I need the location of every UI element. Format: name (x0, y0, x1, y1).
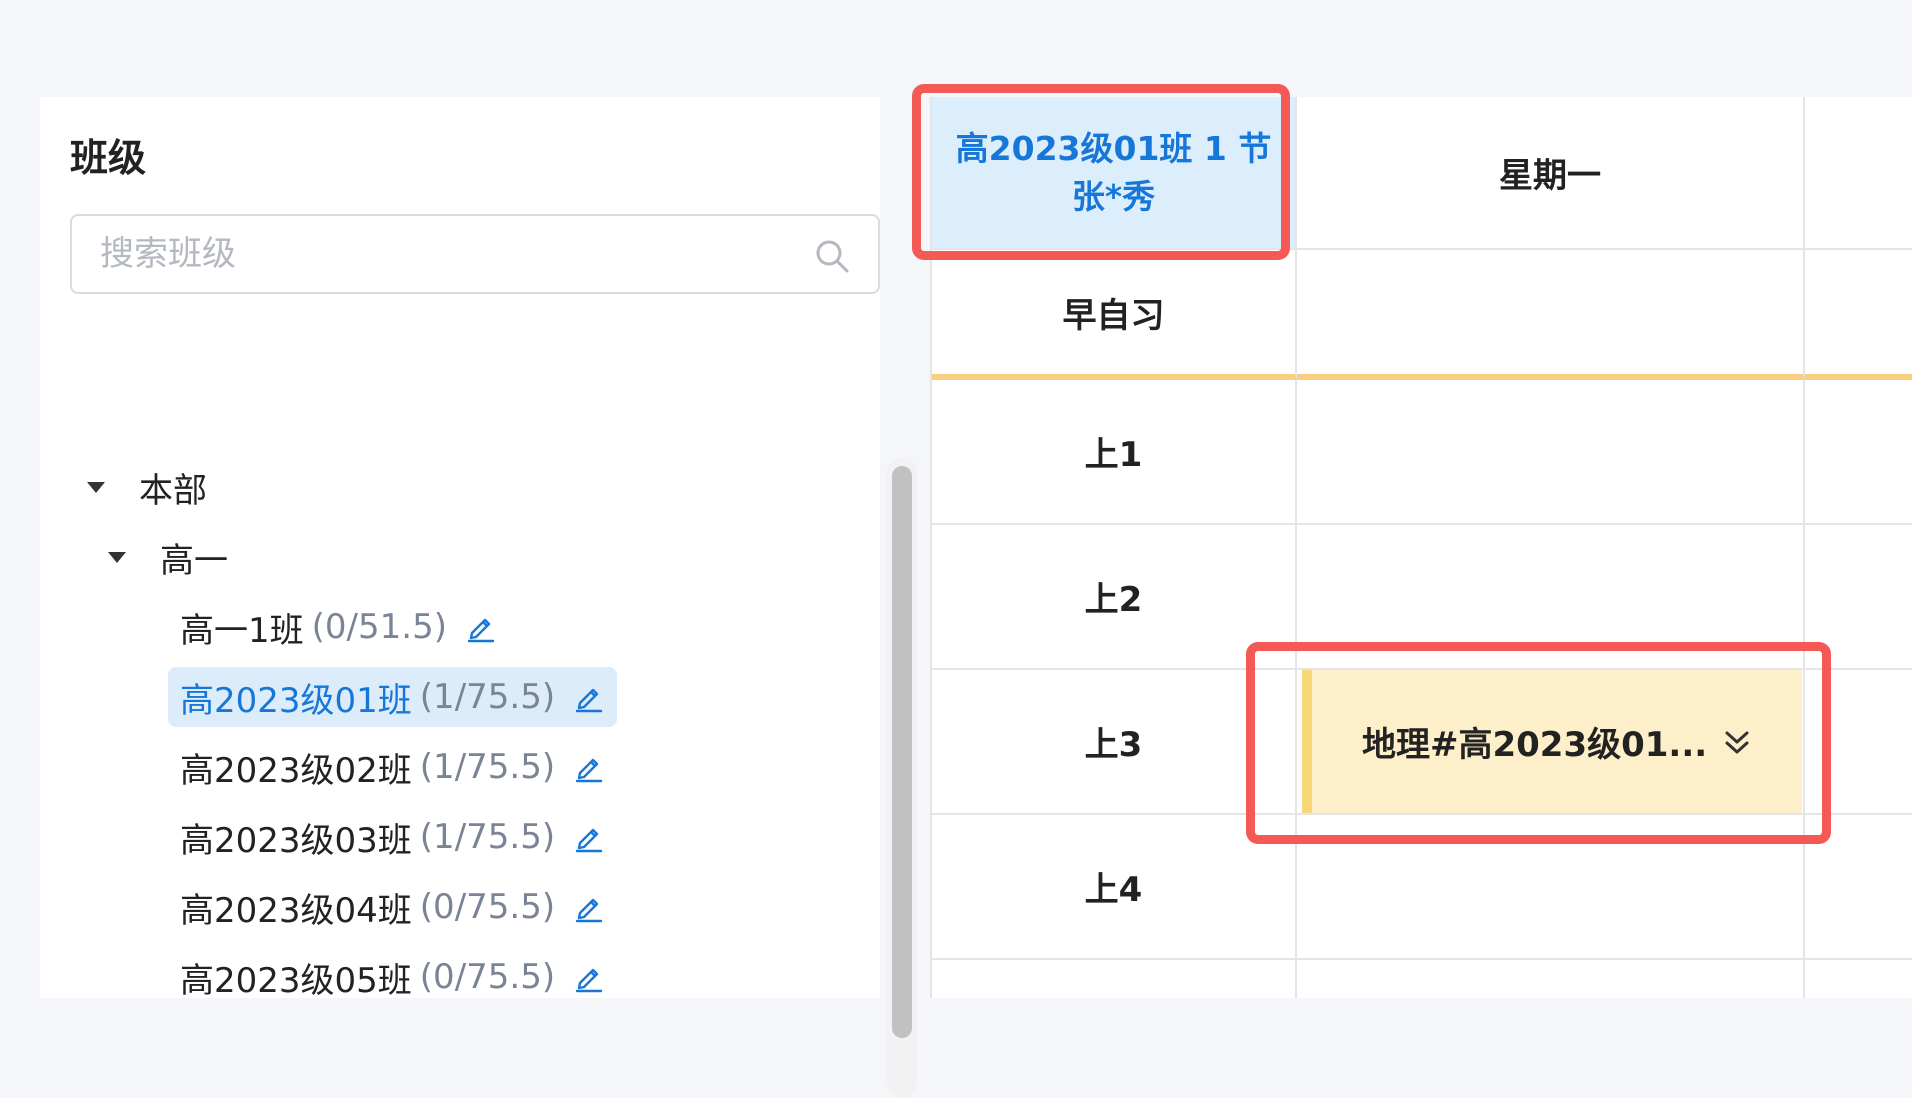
timetable-slot[interactable] (1805, 670, 1912, 815)
lesson-label: 地理#高2023级01... (1362, 725, 1708, 765)
class-name: 高2023级03班 (180, 820, 412, 861)
edit-icon[interactable] (573, 681, 605, 713)
class-name: 高2023级04班 (180, 890, 412, 931)
class-tree: 本部 高一 高一1班 (0/51.5) 高2023级01班 (1/75.5) 高2023… (40, 352, 840, 1002)
search-icon[interactable] (814, 238, 850, 274)
class-count: (0/75.5) (419, 957, 556, 997)
timetable-slot[interactable] (1805, 815, 1912, 960)
timetable-slot[interactable] (1297, 380, 1805, 525)
tree-node-label: 本部 (139, 470, 207, 511)
timetable-slot[interactable] (1297, 250, 1805, 380)
period-label-cell (932, 960, 1297, 998)
edit-icon[interactable] (573, 961, 605, 993)
period-label: 上3 (1084, 725, 1143, 765)
class-item[interactable]: 高2023级03班 (1/75.5) (168, 807, 617, 867)
search-box[interactable] (70, 214, 880, 294)
class-count: (1/75.5) (419, 747, 556, 787)
caret-down-icon[interactable] (108, 551, 126, 563)
period-label: 早自习 (1062, 295, 1165, 336)
class-count: (0/51.5) (311, 607, 447, 647)
search-input[interactable] (72, 216, 878, 292)
period-label-cell: 早自习 (932, 250, 1297, 380)
double-chevron-down-icon[interactable] (1721, 726, 1753, 758)
timetable-slot[interactable] (1297, 525, 1805, 670)
class-item[interactable]: 高2023级05班 (0/75.5) (168, 947, 617, 1002)
class-item[interactable]: 高2023级01班 (1/75.5) (168, 667, 618, 727)
edit-icon[interactable] (573, 821, 605, 853)
period-label: 上1 (1084, 435, 1143, 475)
class-panel: 班级 本部 高一 高一1班(0/51.5)高2023级01班(1/75.5)高2… (40, 97, 917, 1098)
corner-class-label: 高2023级01班 1 节 (955, 128, 1272, 168)
caret-down-icon[interactable] (87, 481, 105, 493)
day-label: 星期一 (1499, 156, 1601, 196)
class-count: (1/75.5) (419, 817, 556, 857)
class-name: 高一1班 (180, 610, 304, 651)
class-item[interactable]: 高2023级02班 (1/75.5) (168, 737, 617, 797)
edit-icon[interactable] (573, 751, 605, 783)
class-count: (1/75.5) (419, 677, 556, 717)
tree-node-grade[interactable]: 高一 (108, 527, 228, 587)
lesson-card[interactable]: 地理#高2023级01... (1302, 670, 1802, 813)
period-label-cell: 上4 (932, 815, 1297, 960)
timetable-slot[interactable] (1805, 960, 1912, 998)
timetable-slot[interactable] (1805, 380, 1912, 525)
class-name: 高2023级01班 (180, 680, 412, 721)
period-label-cell: 上3 (932, 670, 1297, 815)
class-item[interactable]: 高一1班 (0/51.5) (168, 597, 509, 657)
edit-icon[interactable] (465, 611, 497, 643)
edit-icon[interactable] (573, 891, 605, 923)
period-label: 上2 (1084, 580, 1143, 620)
timetable-slot[interactable] (1297, 960, 1805, 998)
class-count: (0/75.5) (419, 887, 556, 927)
day-header-monday: 星期一 (1297, 97, 1805, 250)
timetable-grid: 高2023级01班 1 节 张*秀 星期一 早自习 上1 上2 上3 上4 地理… (930, 97, 1912, 998)
period-label-cell: 上2 (932, 525, 1297, 670)
class-name: 高2023级02班 (180, 750, 412, 791)
scrollbar-thumb[interactable] (892, 466, 912, 1038)
day-header-next (1805, 97, 1912, 250)
tree-node-campus[interactable]: 本部 (87, 457, 207, 517)
period-label: 上4 (1084, 870, 1143, 910)
panel-title: 班级 (70, 136, 147, 180)
tree-node-label: 高一 (160, 540, 228, 581)
class-name: 高2023级05班 (180, 960, 412, 1001)
corner-cell-class-info[interactable]: 高2023级01班 1 节 张*秀 (932, 97, 1297, 250)
scrollbar[interactable] (887, 458, 917, 1098)
timetable-slot[interactable] (1805, 525, 1912, 670)
timetable-slot[interactable] (1805, 250, 1912, 380)
corner-teacher-label: 张*秀 (1071, 176, 1156, 216)
period-label-cell: 上1 (932, 380, 1297, 525)
timetable-slot[interactable] (1297, 815, 1805, 960)
class-item[interactable]: 高2023级04班 (0/75.5) (168, 877, 617, 937)
